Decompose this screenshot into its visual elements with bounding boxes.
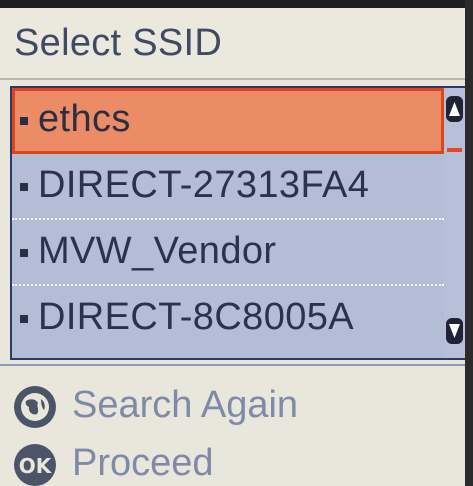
ssid-list: ethcs DIRECT-27313FA4 MVW_Vendor DIRECT-… xyxy=(10,86,446,360)
screen-bezel-right xyxy=(465,0,473,486)
screen-bezel-top xyxy=(0,0,473,8)
bullet-icon xyxy=(20,183,28,191)
proceed-label: Proceed xyxy=(72,442,214,484)
ok-button-icon: OK xyxy=(14,444,56,486)
ssid-label: MVW_Vendor xyxy=(38,230,277,272)
ok-icon-text: OK xyxy=(18,454,52,478)
scroll-down-arrow-icon[interactable] xyxy=(446,318,463,344)
list-scrollbar[interactable] xyxy=(444,86,465,360)
search-again-button[interactable]: Search Again xyxy=(14,382,414,432)
header-bar: Select SSID xyxy=(0,8,465,80)
ssid-list-item[interactable]: DIRECT-8C8005A xyxy=(12,286,444,352)
ssid-label: DIRECT-8C8005A xyxy=(38,296,355,338)
ssid-label: ethcs xyxy=(38,98,131,140)
page-title: Select SSID xyxy=(14,22,223,64)
ssid-list-item[interactable]: MVW_Vendor xyxy=(12,220,444,286)
bullet-icon xyxy=(20,117,28,125)
bullet-icon xyxy=(20,249,28,257)
action-area: Search Again OK Proceed xyxy=(0,364,465,486)
bullet-icon xyxy=(20,315,28,323)
ssid-list-item[interactable]: DIRECT-27313FA4 xyxy=(12,154,444,220)
globe-search-icon xyxy=(14,386,56,428)
printer-lcd-screen: Select SSID ethcs DIRECT-27313FA4 MVW_Ve… xyxy=(0,0,473,486)
ssid-list-item[interactable]: ethcs xyxy=(12,88,444,154)
scroll-position-indicator xyxy=(447,148,462,152)
search-again-label: Search Again xyxy=(72,384,299,426)
ssid-label: DIRECT-27313FA4 xyxy=(38,164,370,206)
scroll-up-arrow-icon[interactable] xyxy=(446,96,463,122)
proceed-button[interactable]: OK Proceed xyxy=(14,440,414,486)
